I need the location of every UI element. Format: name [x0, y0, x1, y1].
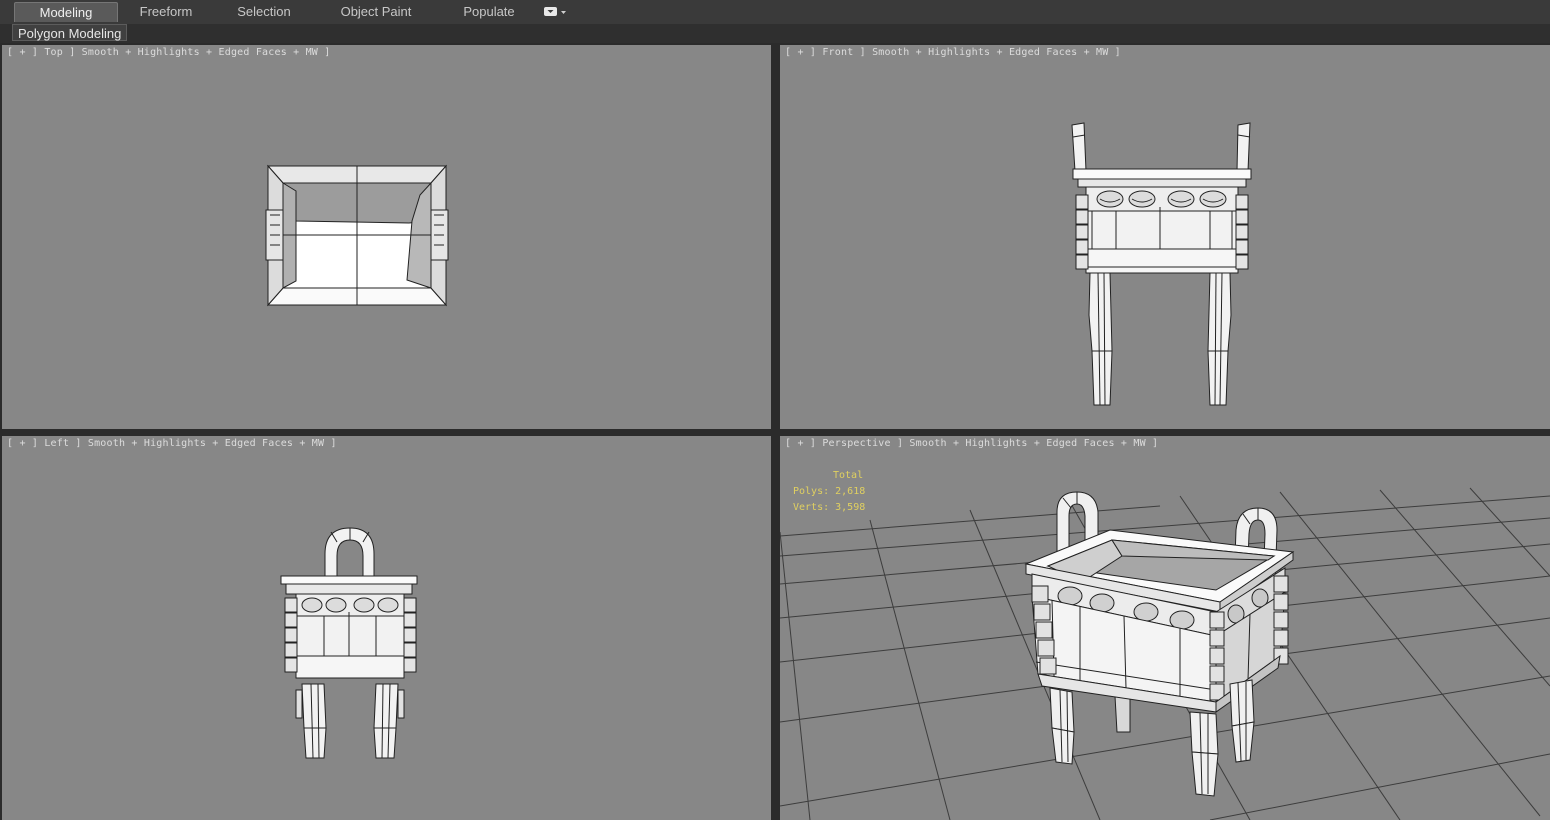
- ribbon-bar: Modeling Freeform Selection Object Paint…: [0, 0, 1550, 25]
- front-view-model: [1071, 122, 1252, 406]
- polygon-modeling-panel-button[interactable]: Polygon Modeling: [12, 24, 128, 41]
- viewport-front[interactable]: [ + ] Front ] Smooth + Highlights + Edge…: [780, 45, 1550, 429]
- tab-object-paint[interactable]: Object Paint: [314, 2, 438, 22]
- viewport-top[interactable]: [ + ] Top ] Smooth + Highlights + Edged …: [2, 45, 771, 429]
- viewport-left[interactable]: [ + ] Left ] Smooth + Highlights + Edged…: [2, 436, 771, 820]
- ribbon-tabs: Modeling Freeform Selection Object Paint…: [14, 2, 540, 22]
- left-view-model: [280, 527, 418, 759]
- ribbon-panel-strip: [0, 24, 1550, 43]
- viewport-perspective[interactable]: [ + ] Perspective ] Smooth + Highlights …: [780, 436, 1550, 820]
- tab-populate[interactable]: Populate: [438, 2, 540, 22]
- tab-freeform[interactable]: Freeform: [118, 2, 214, 22]
- top-view-model: [265, 164, 449, 307]
- ribbon-options-dropdown-icon[interactable]: [544, 6, 568, 18]
- perspective-view-model: [780, 487, 1550, 820]
- tab-selection[interactable]: Selection: [214, 2, 314, 22]
- tab-modeling[interactable]: Modeling: [14, 2, 118, 22]
